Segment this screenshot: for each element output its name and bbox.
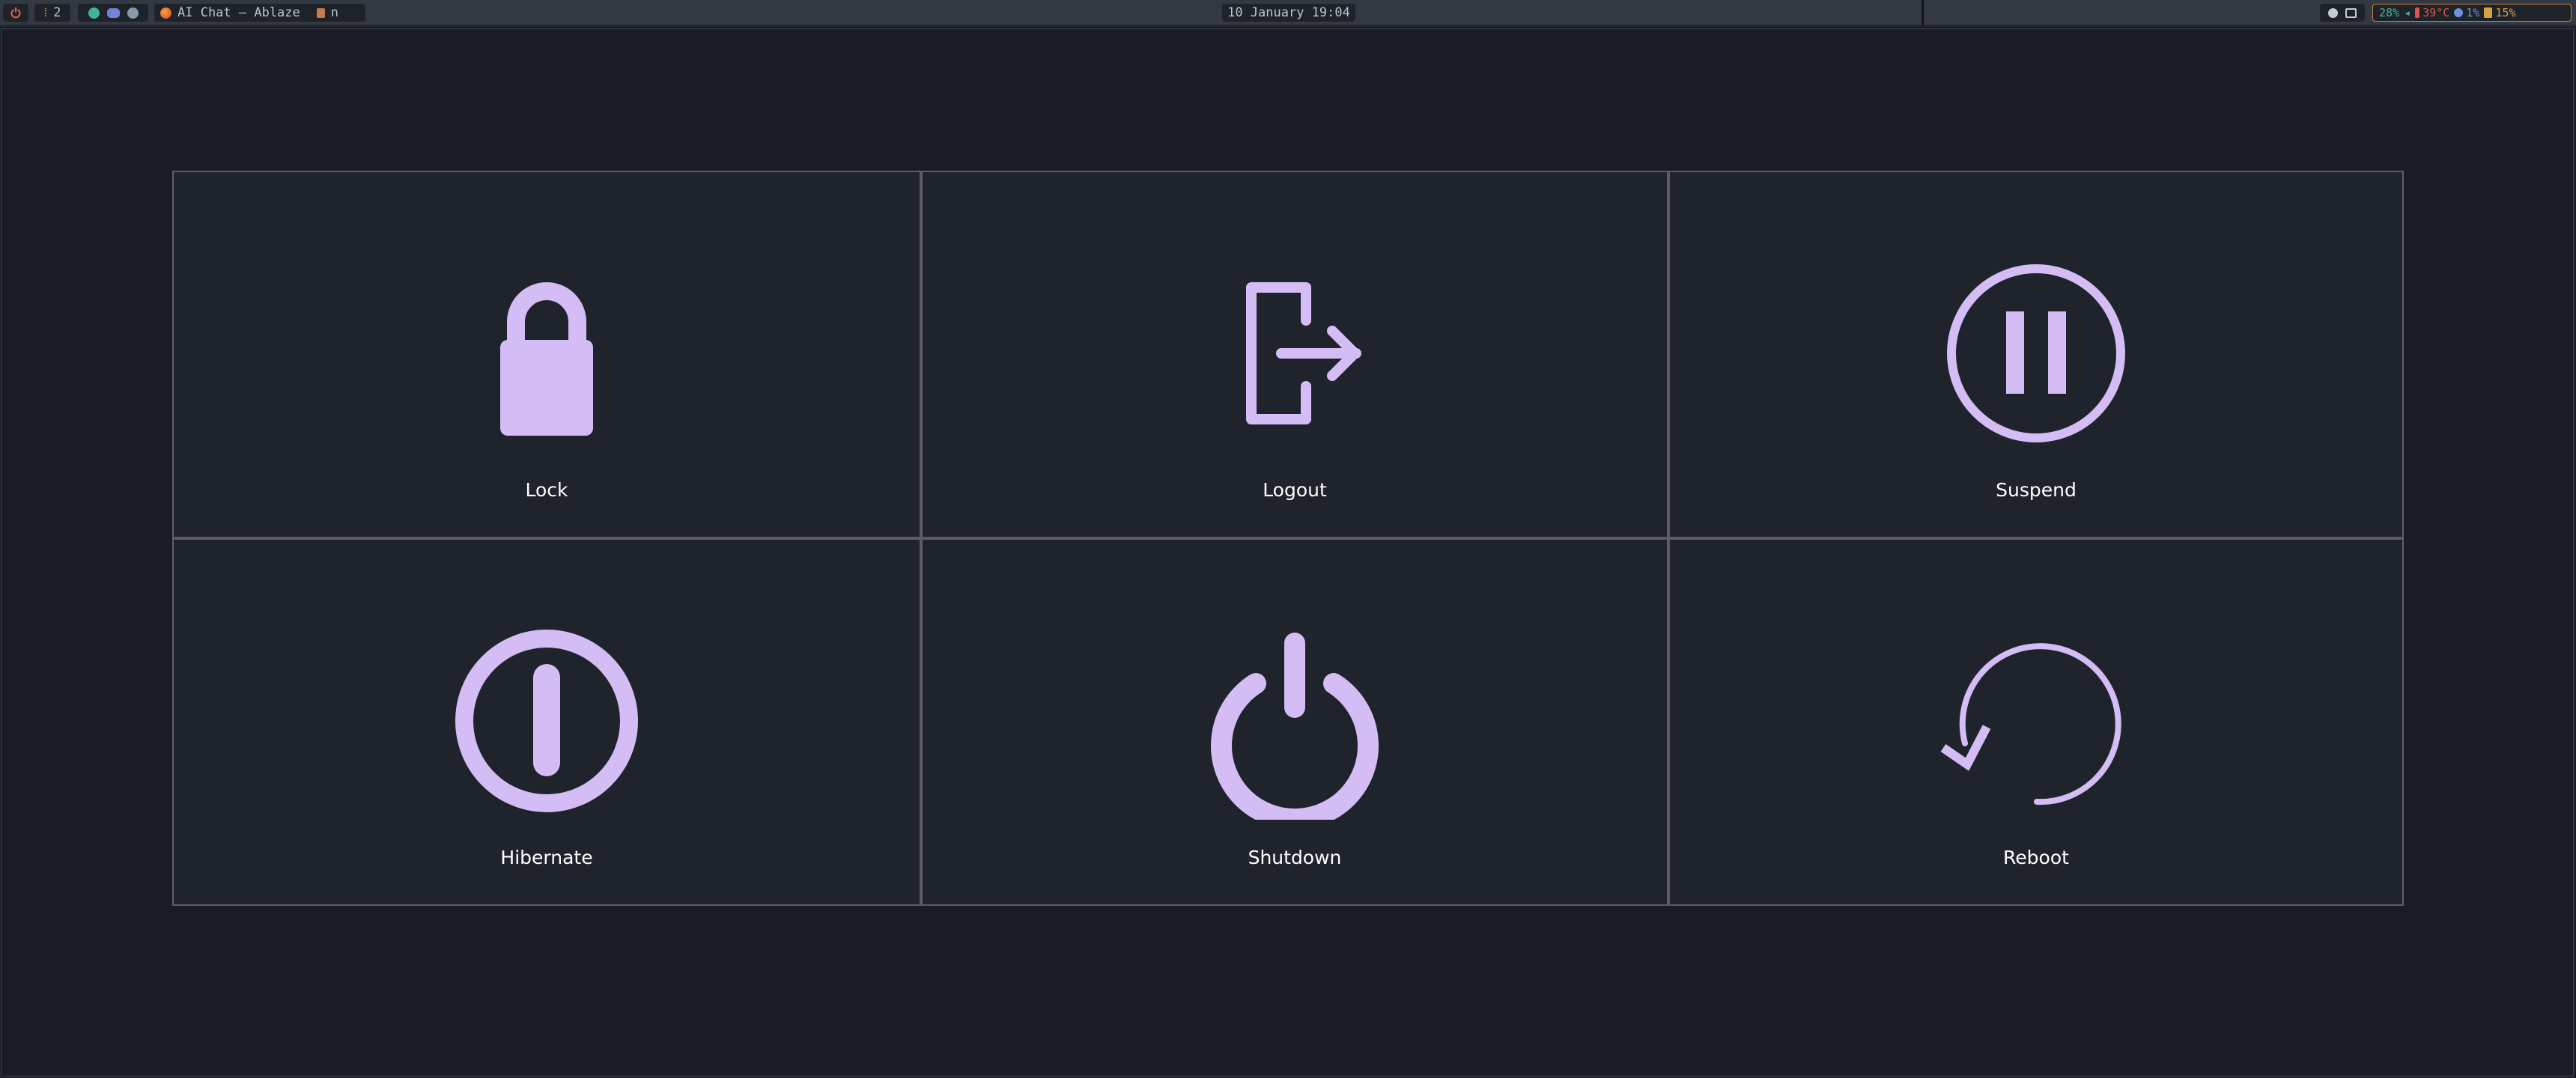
active-window[interactable]: AI Chat — Ablaze n <box>154 4 365 22</box>
volume-icon: ◂ <box>2404 6 2411 19</box>
top-bar: ⁞ 2 AI Chat — Ablaze n 10 January 19:04 … <box>0 0 2576 27</box>
hibernate-label: Hibernate <box>500 847 593 868</box>
shutdown-label: Shutdown <box>1248 847 1342 868</box>
suspend-button[interactable]: Suspend <box>1668 171 2404 538</box>
workspace-number: 2 <box>53 5 61 20</box>
power-menu: Lock Logout Suspend Hibernate Shutdown R… <box>172 171 2404 906</box>
logout-label: Logout <box>1263 479 1327 501</box>
lock-button[interactable]: Lock <box>172 171 921 538</box>
temperature-value: 39°C <box>2422 6 2450 19</box>
volume-stat[interactable]: ◂ <box>2404 6 2411 19</box>
firefox-icon <box>160 7 171 19</box>
shutdown-button[interactable]: Shutdown <box>921 538 1668 906</box>
battery-value: 15% <box>2495 6 2516 19</box>
browser-app-icon[interactable] <box>88 7 100 19</box>
power-icon <box>10 7 21 19</box>
cpu-value: 28% <box>2379 6 2400 19</box>
cpu-stat[interactable]: 28% <box>2379 6 2399 19</box>
hibernate-button[interactable]: Hibernate <box>172 538 921 906</box>
system-stats: 28% ◂ 39°C 1% 15% <box>2372 4 2572 22</box>
reboot-label: Reboot <box>2003 847 2069 868</box>
system-tray <box>2320 4 2365 22</box>
battery-icon <box>2484 7 2493 18</box>
pause-circle-icon <box>1947 264 2125 442</box>
lock-label: Lock <box>525 479 568 501</box>
discord-app-icon[interactable] <box>106 7 120 18</box>
logout-icon <box>1246 282 1361 424</box>
lock-icon <box>500 282 593 436</box>
window-tray-icon[interactable] <box>2345 7 2357 18</box>
reboot-button[interactable]: Reboot <box>1668 538 2404 906</box>
window-title: AI Chat — Ablaze <box>177 5 300 20</box>
hibernate-icon <box>455 630 638 812</box>
suspend-label: Suspend <box>1996 479 2077 501</box>
steam-tray-icon[interactable] <box>2328 7 2338 18</box>
battery-stat[interactable]: 15% <box>2484 6 2515 19</box>
power-menu-button[interactable] <box>3 4 28 22</box>
logout-button[interactable]: Logout <box>921 171 1668 538</box>
reboot-icon <box>1940 643 2121 806</box>
memory-stat[interactable]: 1% <box>2454 6 2479 19</box>
bar-separator <box>1922 0 1924 27</box>
memory-icon <box>2454 8 2464 17</box>
clock[interactable]: 10 January 19:04 <box>1222 4 1355 22</box>
window-extra: n <box>330 5 339 20</box>
terminal-icon <box>316 7 325 18</box>
workspace-dot: ⁞ <box>43 5 48 20</box>
temperature-stat[interactable]: 39°C <box>2415 6 2449 19</box>
pinned-apps <box>78 4 148 22</box>
memory-value: 1% <box>2466 6 2480 19</box>
workspace-indicator[interactable]: ⁞ 2 <box>34 4 70 22</box>
thermometer-icon <box>2415 7 2420 18</box>
steam-app-icon[interactable] <box>127 7 139 19</box>
clock-text: 10 January 19:04 <box>1227 5 1350 20</box>
power-icon <box>1211 633 1379 820</box>
